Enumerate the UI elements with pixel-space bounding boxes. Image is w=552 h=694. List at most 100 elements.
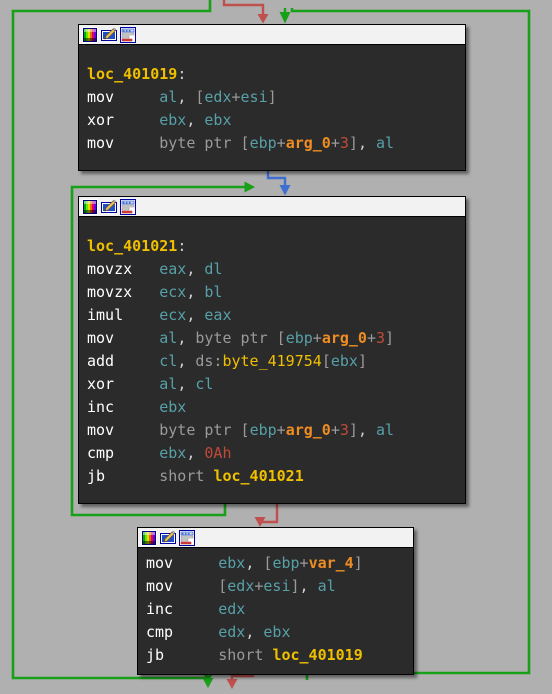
token-punct: ,: [245, 554, 264, 572]
edit-pencil-icon[interactable]: [160, 530, 176, 546]
code-instruction-line[interactable]: mov ebx, [ebp+var_4]: [138, 552, 413, 575]
color-palette-icon[interactable]: [141, 529, 157, 546]
block-titlebar[interactable]: [138, 528, 413, 548]
token-bracket: ]: [353, 554, 363, 572]
token-punct: ,: [177, 329, 196, 347]
token-reg: dl: [204, 260, 223, 278]
token-reg: ebx: [263, 623, 291, 641]
code-instruction-line[interactable]: mov byte ptr [ebp+arg_0+3], al: [79, 132, 465, 155]
code-instruction-line[interactable]: inc ebx: [79, 396, 465, 419]
code-instruction-line[interactable]: cmp ebx, 0Ah: [79, 442, 465, 465]
token-var: var_4: [308, 554, 354, 572]
token-punct: ,: [186, 283, 205, 301]
token-bracket: +: [330, 421, 340, 439]
token-mnem: add: [87, 352, 160, 370]
token-reg: edx: [204, 88, 232, 106]
token-reg: ebx: [159, 111, 187, 129]
token-reg: al: [159, 375, 178, 393]
basic-block[interactable]: loc_401019: mov al, [edx+esi] xor ebx, ebx…: [78, 24, 466, 171]
code-instruction-line[interactable]: cmp edx, ebx: [138, 621, 413, 644]
token-bracket: +: [276, 421, 286, 439]
token-bracket: +: [231, 88, 241, 106]
basic-block[interactable]: loc_401021: movzx eax, dl movzx ecx, bl imu…: [78, 196, 466, 504]
token-num: 3: [339, 134, 349, 152]
token-reg: esi: [263, 577, 291, 595]
edit-pencil-icon[interactable]: [101, 199, 117, 215]
block-titlebar[interactable]: [79, 25, 465, 45]
token-mnem: movzx: [87, 260, 160, 278]
code-instruction-line[interactable]: movzx ecx, bl: [79, 281, 465, 304]
token-bracket: [: [276, 329, 286, 347]
token-reg: eax: [159, 260, 187, 278]
block-titlebar[interactable]: [79, 197, 465, 217]
code-instruction-line[interactable]: movzx eax, dl: [79, 258, 465, 281]
token-punct: :: [177, 65, 187, 83]
token-reg: ebp: [249, 421, 277, 439]
code-instruction-line[interactable]: xor al, cl: [79, 373, 465, 396]
token-bracket: ]: [348, 134, 358, 152]
token-bracket: +: [312, 329, 322, 347]
graph-window-icon[interactable]: [120, 198, 136, 215]
token-data: byte_419754: [222, 352, 322, 370]
graph-window-icon[interactable]: [179, 529, 195, 546]
graph-window-icon[interactable]: [120, 26, 136, 43]
token-punct: ,: [186, 260, 205, 278]
edge-b1-to-b2-blue: [266, 171, 291, 196]
block-code[interactable]: loc_401021: movzx eax, dl movzx ecx, bl imu…: [79, 217, 465, 491]
token-seg: ds:: [195, 352, 223, 370]
code-instruction-line[interactable]: mov [edx+esi], al: [138, 575, 413, 598]
token-reg: ecx: [159, 283, 187, 301]
token-reg: ebx: [204, 111, 232, 129]
token-mnem: cmp: [146, 623, 219, 641]
code-instruction-line[interactable]: imul ecx, eax: [79, 304, 465, 327]
code-label-line[interactable]: loc_401019:: [79, 63, 465, 86]
code-instruction-line[interactable]: jb short loc_401019: [138, 644, 413, 667]
code-instruction-line[interactable]: inc edx: [138, 598, 413, 621]
token-var: arg_0: [285, 421, 331, 439]
token-mnem: mov: [87, 134, 160, 152]
code-instruction-line[interactable]: mov byte ptr [ebp+arg_0+3], al: [79, 419, 465, 442]
token-bracket: +: [299, 554, 309, 572]
token-reg: bl: [204, 283, 223, 301]
token-reg: al: [376, 421, 395, 439]
code-instruction-line[interactable]: xor ebx, ebx: [79, 109, 465, 132]
edge-incoming-green: [279, 8, 291, 24]
token-reg: al: [159, 329, 178, 347]
edit-pencil-icon[interactable]: [101, 27, 117, 43]
token-mnem: mov: [87, 329, 160, 347]
code-label-line[interactable]: loc_401021:: [79, 235, 465, 258]
color-palette-icon[interactable]: [82, 198, 98, 215]
basic-block[interactable]: mov ebx, [ebp+var_4] mov [edx+esi], al inc…: [137, 527, 414, 675]
token-bracket: ]: [348, 421, 358, 439]
token-jlabel: loc_401019: [272, 646, 363, 664]
token-reg: eax: [204, 306, 232, 324]
token-bracket: ]: [267, 88, 277, 106]
graph-view[interactable]: loc_401019: mov al, [edx+esi] xor ebx, ebx…: [0, 0, 552, 694]
code-instruction-line[interactable]: mov al, [edx+esi]: [79, 86, 465, 109]
code-instruction-line[interactable]: add cl, ds:byte_419754[ebx]: [79, 350, 465, 373]
token-reg: cl: [159, 352, 178, 370]
token-num: 3: [376, 329, 386, 347]
token-reg: al: [159, 88, 178, 106]
token-mnem: xor: [87, 111, 160, 129]
token-reg: edx: [218, 623, 246, 641]
code-instruction-line[interactable]: mov al, byte ptr [ebp+arg_0+3]: [79, 327, 465, 350]
token-bracket: +: [330, 134, 340, 152]
block-code[interactable]: mov ebx, [ebp+var_4] mov [edx+esi], al inc…: [138, 548, 413, 670]
code-spacer: [79, 221, 465, 235]
token-kw: byte ptr: [195, 329, 277, 347]
token-reg: ebx: [218, 554, 246, 572]
token-reg: edx: [227, 577, 255, 595]
edge-left-green-arrowhead: [202, 678, 214, 688]
code-instruction-line[interactable]: jb short loc_401021: [79, 465, 465, 488]
token-reg: ebx: [330, 352, 358, 370]
color-palette-icon[interactable]: [82, 26, 98, 43]
block-code[interactable]: loc_401019: mov al, [edx+esi] xor ebx, ebx…: [79, 45, 465, 158]
token-kw: short: [218, 646, 273, 664]
token-mnem: jb: [146, 646, 219, 664]
token-label: loc_401019: [87, 65, 178, 83]
token-mnem: movzx: [87, 283, 160, 301]
token-var: arg_0: [285, 134, 331, 152]
token-mnem: mov: [87, 88, 160, 106]
token-bracket: [: [240, 421, 250, 439]
